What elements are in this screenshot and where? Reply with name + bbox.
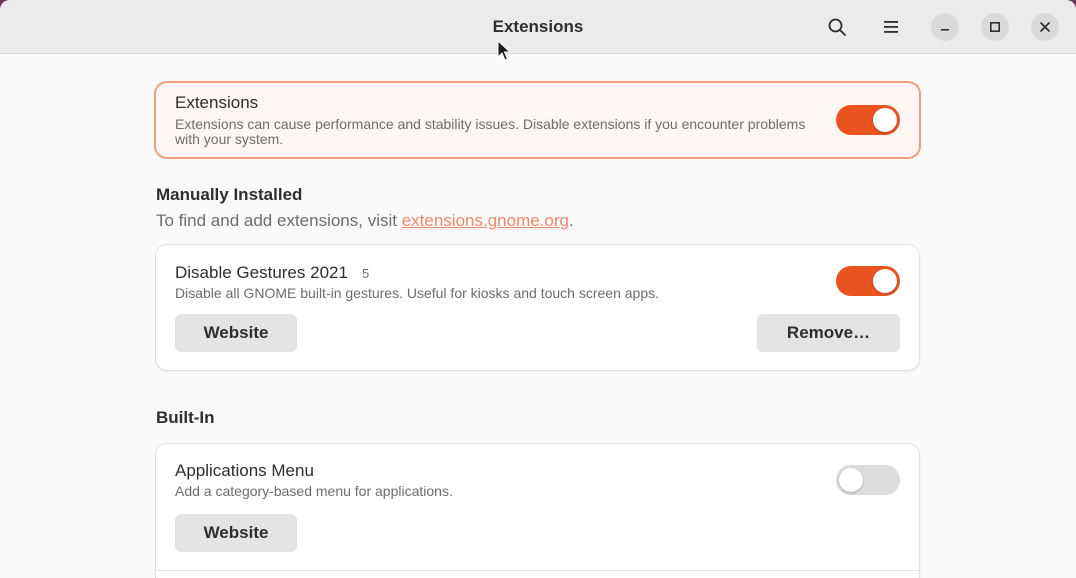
maximize-icon bbox=[989, 21, 1000, 32]
manually-installed-heading: Manually Installed bbox=[156, 185, 303, 204]
row-divider bbox=[156, 570, 919, 571]
master-toggle-description: Extensions can cause performance and sta… bbox=[175, 116, 806, 147]
website-button[interactable]: Website bbox=[175, 514, 297, 552]
switch-knob bbox=[873, 269, 897, 293]
extensions-master-switch[interactable] bbox=[836, 105, 900, 135]
close-icon bbox=[1040, 22, 1050, 32]
extension-card-disable-gestures: Disable Gestures 2021 5 Disable all GNOME… bbox=[156, 245, 919, 370]
header-bar: Extensions bbox=[0, 0, 1076, 61]
extension-description: Add a category-based menu for applicatio… bbox=[175, 483, 453, 499]
minimize-icon bbox=[941, 29, 949, 31]
hamburger-menu-icon bbox=[884, 21, 898, 33]
maximize-button[interactable] bbox=[981, 13, 1009, 41]
main-menu-button[interactable] bbox=[877, 13, 905, 41]
extensions-page: Extensions Extensions can cause performa… bbox=[0, 54, 1076, 578]
switch-knob bbox=[839, 468, 863, 492]
master-toggle-title: Extensions bbox=[175, 93, 259, 112]
hint-prefix: To find and add extensions, visit bbox=[156, 211, 402, 230]
disable-gestures-switch[interactable] bbox=[836, 266, 900, 296]
hint-suffix: . bbox=[568, 211, 574, 230]
extension-name: Applications Menu bbox=[175, 461, 314, 480]
built-in-heading: Built-In bbox=[156, 408, 215, 427]
search-icon bbox=[828, 18, 846, 36]
window-title: Extensions bbox=[492, 17, 584, 36]
extension-name: Disable Gestures 2021 bbox=[175, 263, 348, 282]
find-extensions-hint: To find and add extensions, visit extens… bbox=[156, 211, 574, 231]
extensions-master-card: Extensions Extensions can cause performa… bbox=[156, 83, 919, 157]
website-button[interactable]: Website bbox=[175, 314, 297, 352]
extensions-gnome-org-link[interactable]: extensions.gnome.org bbox=[402, 211, 569, 230]
extension-version: 5 bbox=[361, 266, 370, 281]
minimize-button[interactable] bbox=[931, 13, 959, 41]
close-button[interactable] bbox=[1031, 13, 1059, 41]
extensions-window: Extensions Extensions Extensions can cau… bbox=[0, 0, 1076, 578]
extension-card-applications-menu: Applications Menu Add a category-based m… bbox=[156, 444, 919, 578]
switch-knob bbox=[873, 108, 897, 132]
remove-button[interactable]: Remove… bbox=[757, 314, 900, 352]
search-button[interactable] bbox=[823, 13, 851, 41]
extension-title-row: Disable Gestures 2021 5 bbox=[175, 263, 369, 283]
applications-menu-switch[interactable] bbox=[836, 465, 900, 495]
extension-description: Disable all GNOME built-in gestures. Use… bbox=[175, 285, 659, 301]
